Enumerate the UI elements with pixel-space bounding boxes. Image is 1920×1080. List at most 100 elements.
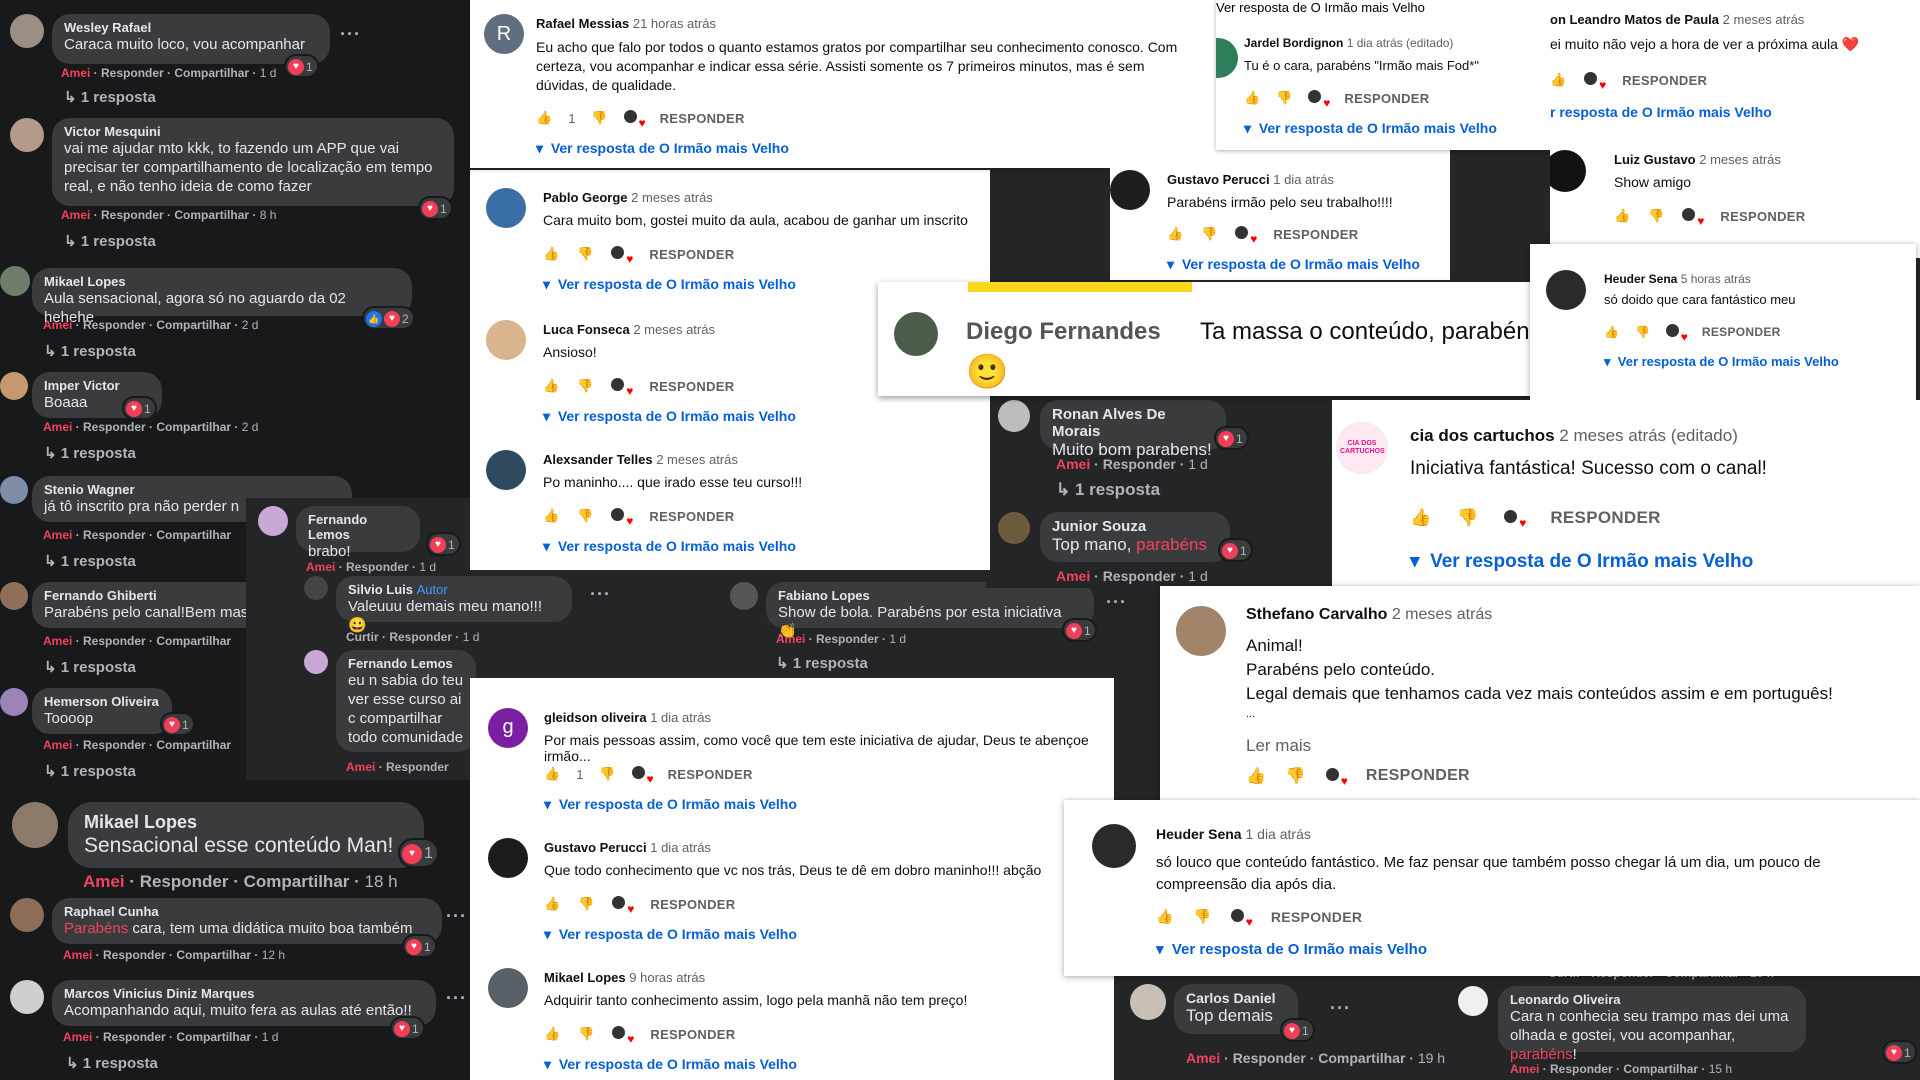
- reaction-count[interactable]: ♥ 1: [1216, 428, 1247, 448]
- dislike-icon[interactable]: 👎: [599, 766, 615, 782]
- view-replies-link[interactable]: ↳ 1 resposta: [44, 658, 136, 676]
- author-name[interactable]: Silvio Luis: [348, 582, 413, 597]
- comment-author[interactable]: Mikael Lopes: [44, 274, 400, 289]
- reply-button[interactable]: RESPONDER: [1271, 909, 1362, 925]
- avatar[interactable]: [486, 188, 526, 228]
- reaction-count[interactable]: ♥ 1: [428, 534, 459, 554]
- like-icon[interactable]: 👍: [1614, 208, 1630, 224]
- more-options-icon[interactable]: ···: [1330, 998, 1351, 1019]
- view-replies-link[interactable]: ↳ 1 resposta: [44, 762, 136, 780]
- avatar[interactable]: [12, 802, 58, 848]
- avatar[interactable]: R: [484, 14, 524, 54]
- avatar[interactable]: [1176, 606, 1226, 656]
- share-button[interactable]: Compartilhar: [156, 738, 231, 752]
- love-button[interactable]: Amei: [346, 760, 375, 774]
- comment-author[interactable]: Gustavo Perucci 1 dia atrás: [544, 840, 711, 855]
- view-replies-link[interactable]: ↳ 1 resposta: [64, 232, 156, 250]
- love-button[interactable]: Amei: [43, 634, 72, 648]
- like-icon[interactable]: 👍: [543, 378, 559, 394]
- dislike-icon[interactable]: 👎: [1457, 508, 1478, 528]
- reaction-count[interactable]: 👍 ♥ 2: [364, 308, 413, 328]
- dislike-icon[interactable]: 👎: [591, 110, 607, 126]
- dislike-icon[interactable]: 👎: [577, 508, 593, 524]
- more-options-icon[interactable]: ···: [590, 584, 611, 605]
- avatar[interactable]: [304, 650, 328, 674]
- avatar[interactable]: [1546, 270, 1586, 310]
- share-button[interactable]: Compartilhar: [174, 208, 249, 222]
- view-replies-link[interactable]: ↳ 1 resposta: [66, 1054, 158, 1072]
- dislike-icon[interactable]: 👎: [1201, 226, 1217, 242]
- reply-button[interactable]: RESPONDER: [1720, 209, 1805, 224]
- more-options-icon[interactable]: ···: [340, 24, 361, 45]
- read-more-link[interactable]: Ler mais: [1246, 736, 1311, 756]
- avatar[interactable]: [1216, 38, 1238, 78]
- dislike-icon[interactable]: 👎: [1193, 908, 1210, 925]
- reply-button[interactable]: RESPONDER: [660, 111, 745, 126]
- like-icon[interactable]: 👍: [1244, 90, 1260, 106]
- love-button[interactable]: Amei: [1510, 1062, 1539, 1076]
- view-replies-link[interactable]: ↳ 1 resposta: [44, 342, 136, 360]
- like-icon[interactable]: 👍: [1550, 72, 1566, 88]
- avatar[interactable]: [0, 266, 30, 296]
- share-button[interactable]: Compartilhar: [156, 318, 231, 332]
- reaction-count[interactable]: ♥ 1: [1282, 1020, 1313, 1040]
- reply-button[interactable]: RESPONDER: [1702, 325, 1781, 339]
- comment-author[interactable]: Hemerson Oliveira: [44, 694, 160, 709]
- dislike-icon[interactable]: 👎: [1648, 208, 1664, 224]
- more-options-icon[interactable]: ···: [1106, 592, 1127, 613]
- reply-button[interactable]: Responder: [816, 632, 879, 646]
- reply-button[interactable]: Responder: [101, 66, 164, 80]
- avatar[interactable]: [488, 968, 528, 1008]
- avatar[interactable]: [730, 582, 758, 610]
- avatar[interactable]: [10, 118, 44, 152]
- avatar[interactable]: [0, 372, 28, 400]
- reaction-count[interactable]: ♥ 1: [124, 398, 155, 418]
- reply-button[interactable]: Responder: [83, 634, 146, 648]
- love-button[interactable]: Amei: [43, 738, 72, 752]
- love-button[interactable]: Amei: [1186, 1050, 1220, 1066]
- reaction-count[interactable]: ♥ 1: [286, 56, 317, 76]
- reply-button[interactable]: RESPONDER: [1550, 508, 1660, 528]
- comment-author[interactable]: Marcos Vinicius Diniz Marques: [64, 986, 424, 1001]
- share-button[interactable]: Compartilhar: [156, 634, 231, 648]
- reaction-count[interactable]: ♥ 1: [400, 840, 437, 866]
- reply-button[interactable]: Responder: [1233, 1050, 1306, 1066]
- reaction-count[interactable]: ♥ 1: [1884, 1042, 1915, 1062]
- view-reply-link[interactable]: ▾ Ver resposta de O Irmão mais Velho: [543, 276, 796, 293]
- reaction-count[interactable]: ♥ 1: [1220, 540, 1251, 560]
- like-button[interactable]: Curtir: [346, 630, 379, 644]
- comment-author[interactable]: Ronan Alves De Morais: [1052, 406, 1214, 440]
- reply-button[interactable]: RESPONDER: [1366, 767, 1470, 785]
- avatar[interactable]: [1110, 170, 1150, 210]
- avatar[interactable]: [10, 898, 44, 932]
- reaction-count[interactable]: ♥ 1: [162, 714, 193, 734]
- comment-author[interactable]: gleidson oliveira 1 dia atrás: [544, 710, 711, 725]
- love-button[interactable]: Amei: [306, 560, 335, 574]
- avatar[interactable]: [998, 512, 1030, 544]
- avatar[interactable]: [998, 400, 1030, 432]
- reply-button[interactable]: Responder: [83, 420, 146, 434]
- comment-author[interactable]: Victor Mesquini: [64, 124, 442, 139]
- view-replies-link[interactable]: ↳ 1 resposta: [1056, 480, 1160, 500]
- avatar[interactable]: [10, 14, 44, 48]
- like-icon[interactable]: 👍: [543, 508, 559, 524]
- share-button[interactable]: Compartilhar: [156, 420, 231, 434]
- like-icon[interactable]: 👍: [1167, 226, 1183, 242]
- avatar[interactable]: [10, 980, 44, 1014]
- avatar[interactable]: [0, 582, 28, 610]
- love-button[interactable]: Amei: [61, 66, 90, 80]
- more-options-icon[interactable]: ···: [446, 988, 467, 1009]
- reply-button[interactable]: RESPONDER: [649, 379, 734, 394]
- love-button[interactable]: Amei: [1056, 456, 1090, 472]
- view-replies-link[interactable]: ↳ 1 resposta: [776, 654, 868, 672]
- reply-button[interactable]: RESPONDER: [1273, 227, 1358, 242]
- reply-button[interactable]: Responder: [389, 630, 452, 644]
- view-replies-link[interactable]: ↳ 1 resposta: [44, 552, 136, 570]
- like-icon[interactable]: 👍: [544, 896, 560, 912]
- comment-author[interactable]: Fernando Lemos: [348, 656, 464, 671]
- share-button[interactable]: Compartilhar: [156, 528, 231, 542]
- reply-button[interactable]: Responder: [83, 528, 146, 542]
- comment-author[interactable]: Luca Fonseca 2 meses atrás: [543, 322, 715, 337]
- like-icon[interactable]: 👍: [544, 1026, 560, 1042]
- comment-author[interactable]: Rafael Messias 21 horas atrás: [536, 16, 716, 31]
